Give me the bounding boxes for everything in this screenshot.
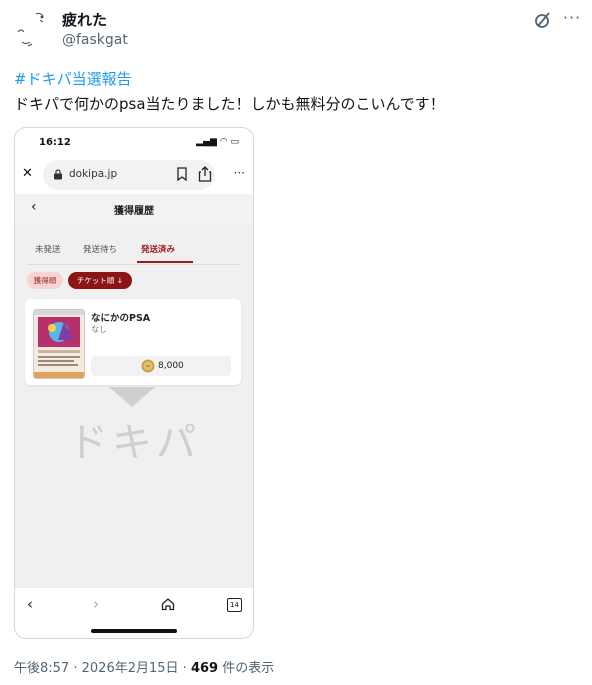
phone-status-bar: 16:12 ▂▄▆ ◠ ▭	[15, 128, 253, 156]
tweet-date[interactable]: 2026年2月15日	[82, 661, 179, 676]
url-pill: dokipa.jp	[43, 160, 215, 190]
attached-screenshot[interactable]: 16:12 ▂▄▆ ◠ ▭ ✕ dokipa.jp ··· ‹ 獲得履歴 未発送…	[14, 127, 254, 639]
close-icon: ✕	[22, 166, 33, 181]
page-title: 獲得履歴	[114, 206, 154, 217]
avatar[interactable]	[10, 8, 54, 52]
active-tab-indicator	[137, 261, 193, 263]
tab-count-icon: 14	[227, 598, 242, 612]
meta-separator: ·	[182, 661, 187, 676]
tab-unshipped: 未発送	[35, 245, 61, 255]
tab-shipped: 発送済み	[141, 245, 176, 255]
item-name: なにかのPSA	[91, 313, 151, 324]
price-box: 8,000	[91, 356, 231, 376]
coin-icon	[141, 359, 155, 373]
more-options-icon[interactable]: ···	[560, 8, 584, 28]
watermark-text: ドキパ	[68, 420, 200, 466]
prize-card: なにかのPSA なし 8,000	[25, 299, 241, 385]
browser-menu-icon: ···	[233, 166, 245, 180]
browser-url-bar: ✕ dokipa.jp ···	[15, 156, 253, 194]
status-time: 16:12	[39, 137, 71, 148]
home-indicator	[91, 629, 177, 633]
views-count[interactable]: 469	[191, 661, 218, 676]
meta-separator: ·	[73, 661, 78, 676]
nav-back-icon: ‹	[27, 595, 33, 613]
tweet: 疲れた @faskgat ··· #ドキパ当選報告 ドキパで何かのpsa当たりま…	[0, 0, 592, 685]
tweet-meta: 午後8:57 · 2026年2月15日 · 469 件の表示	[14, 657, 274, 676]
shipping-tabs: 未発送 発送待ち 発送済み	[27, 236, 241, 265]
url-text: dokipa.jp	[69, 168, 118, 180]
home-icon	[161, 598, 175, 611]
nav-forward-icon: ›	[93, 595, 99, 613]
tab-awaiting-shipment: 発送待ち	[83, 245, 118, 255]
display-name[interactable]: 疲れた	[62, 9, 107, 30]
tweet-time[interactable]: 午後8:57	[14, 661, 69, 676]
item-subtitle: なし	[91, 325, 107, 334]
user-handle[interactable]: @faskgat	[62, 32, 128, 48]
app-header: ‹ 獲得履歴	[15, 194, 253, 224]
share-icon	[198, 166, 212, 182]
lock-icon	[54, 169, 62, 180]
browser-bottom-bar: ‹ › 14	[15, 588, 253, 638]
sort-by-acquisition: 獲得順	[27, 272, 63, 289]
trading-card-image	[33, 309, 85, 379]
views-label[interactable]: 件の表示	[222, 661, 274, 676]
watermark-arrow-icon	[109, 387, 155, 407]
signal-wifi-battery-icon: ▂▄▆ ◠ ▭	[196, 137, 239, 147]
grok-icon[interactable]	[533, 10, 553, 30]
item-price: 8,000	[158, 361, 184, 371]
sort-by-ticket: チケット順 ↓	[68, 272, 132, 289]
hashtag-link[interactable]: #ドキパ当選報告	[14, 68, 132, 89]
bookmark-icon	[177, 167, 187, 181]
tweet-text: ドキパで何かのpsa当たりました！しかも無料分のこいんです！	[14, 95, 445, 113]
